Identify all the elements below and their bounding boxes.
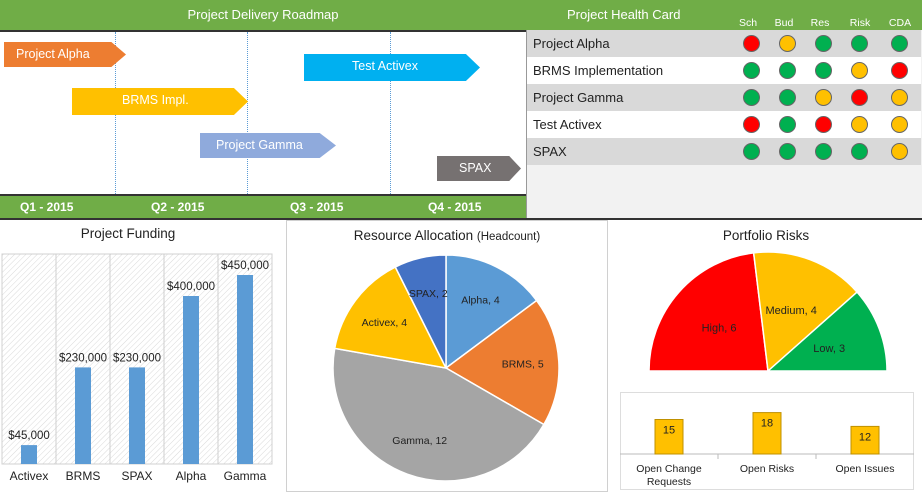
risk-slice-label: Low, 3 — [813, 343, 845, 355]
open-items-value: 12 — [859, 431, 871, 443]
open-items-label: Open Issues — [836, 463, 895, 475]
status-dot-amber — [779, 35, 796, 52]
status-dot-green — [815, 62, 832, 79]
health-row-name: BRMS Implementation — [533, 63, 664, 78]
quarter-divider — [247, 32, 248, 194]
funding-category-label: SPAX — [121, 469, 152, 483]
open-items-value: 15 — [663, 425, 675, 437]
health-row-name: Project Gamma — [533, 90, 624, 105]
status-dot-green — [779, 89, 796, 106]
risk-slice-label: High, 6 — [702, 323, 737, 335]
status-dot-amber — [891, 89, 908, 106]
risk-semicircle-chart: High, 6 Medium, 4 Low, 3 — [648, 251, 888, 373]
funding-data-label: $230,000 — [113, 352, 161, 364]
status-dot-green — [851, 143, 868, 160]
funding-data-label: $230,000 — [59, 352, 107, 364]
funding-data-label: $400,000 — [167, 281, 215, 293]
open-items-value: 18 — [761, 418, 773, 430]
pie-slice-label: BRMS, 5 — [502, 359, 544, 371]
status-dot-green — [851, 35, 868, 52]
status-dot-green — [779, 116, 796, 133]
resource-pie-chart: Alpha, 4 BRMS, 5 Gamma, 12 Activex, 4 SPAX, … — [332, 254, 560, 482]
funding-chart: $45,000 Activex $230,000 BRMS $230,000 SPAX $4… — [1, 253, 273, 483]
open-items-label: Requests — [647, 476, 691, 488]
health-header: Project Health Card Sch Bud Res Risk CDA — [526, 0, 922, 30]
status-dot-green — [743, 89, 760, 106]
quarter-label: Q1 - 2015 — [20, 200, 74, 214]
pie-slice-label: Gamma, 12 — [392, 435, 447, 447]
funding-data-label: $450,000 — [221, 260, 269, 272]
status-dot-green — [743, 143, 760, 160]
status-dot-red — [743, 116, 760, 133]
quarter-label: Q2 - 2015 — [151, 200, 205, 214]
status-dot-red — [891, 62, 908, 79]
funding-category-label: BRMS — [66, 469, 101, 483]
status-dot-amber — [851, 116, 868, 133]
status-dot-green — [891, 35, 908, 52]
funding-bar — [237, 275, 253, 464]
status-dot-red — [743, 35, 760, 52]
quarter-label: Q3 - 2015 — [290, 200, 344, 214]
funding-bar — [183, 296, 199, 464]
quarter-label: Q4 - 2015 — [428, 200, 482, 214]
risk-slice-label: Medium, 4 — [766, 305, 817, 317]
pie-slice-label: SPAX, 2 — [409, 288, 448, 300]
risks-title: Portfolio Risks — [722, 228, 810, 243]
health-row-name: Test Activex — [533, 117, 602, 132]
roadmap-item-spax: SPAX — [437, 156, 521, 181]
roadmap-header: Project Delivery Roadmap — [0, 0, 526, 30]
status-dot-amber — [891, 116, 908, 133]
pie-slice-label: Activex, 4 — [362, 317, 408, 329]
roadmap-item-activex: Test Activex — [304, 54, 480, 81]
status-dot-red — [851, 89, 868, 106]
status-dot-red — [815, 116, 832, 133]
resource-title: Resource Allocation (Headcount) — [353, 228, 541, 243]
status-dot-green — [815, 35, 832, 52]
roadmap-item-gamma: Project Gamma — [200, 133, 336, 158]
roadmap-item-alpha: Project Alpha — [4, 42, 126, 67]
roadmap-item-brms: BRMS Impl. — [72, 88, 248, 115]
open-items-label: Open Risks — [740, 463, 794, 475]
funding-bar — [129, 367, 145, 464]
roadmap-title: Project Delivery Roadmap — [187, 7, 339, 22]
funding-category-label: Activex — [10, 469, 49, 483]
status-dot-amber — [851, 62, 868, 79]
open-items-chart: 15 Open ChangeRequests 18 Open Risks 12 Open … — [620, 412, 914, 488]
open-items-label: Open Change — [636, 463, 702, 475]
quarter-bar: Q1 - 2015 Q2 - 2015 Q3 - 2015 Q4 - 2015 — [0, 194, 526, 218]
health-row-name: Project Alpha — [533, 36, 610, 51]
status-dot-green — [779, 143, 796, 160]
status-dot-amber — [815, 89, 832, 106]
funding-bar — [75, 367, 91, 464]
funding-category-label: Alpha — [176, 469, 207, 483]
funding-title: Project Funding — [80, 226, 176, 241]
funding-data-label: $45,000 — [8, 430, 50, 442]
pie-slice-label: Alpha, 4 — [461, 294, 500, 306]
status-dot-green — [743, 62, 760, 79]
status-dot-green — [779, 62, 796, 79]
status-dot-amber — [891, 143, 908, 160]
funding-bar — [21, 445, 37, 464]
health-row-name: SPAX — [533, 144, 567, 159]
status-dot-green — [815, 143, 832, 160]
health-title: Project Health Card — [567, 7, 681, 22]
funding-category-label: Gamma — [224, 469, 267, 483]
risk-slice — [648, 252, 769, 372]
